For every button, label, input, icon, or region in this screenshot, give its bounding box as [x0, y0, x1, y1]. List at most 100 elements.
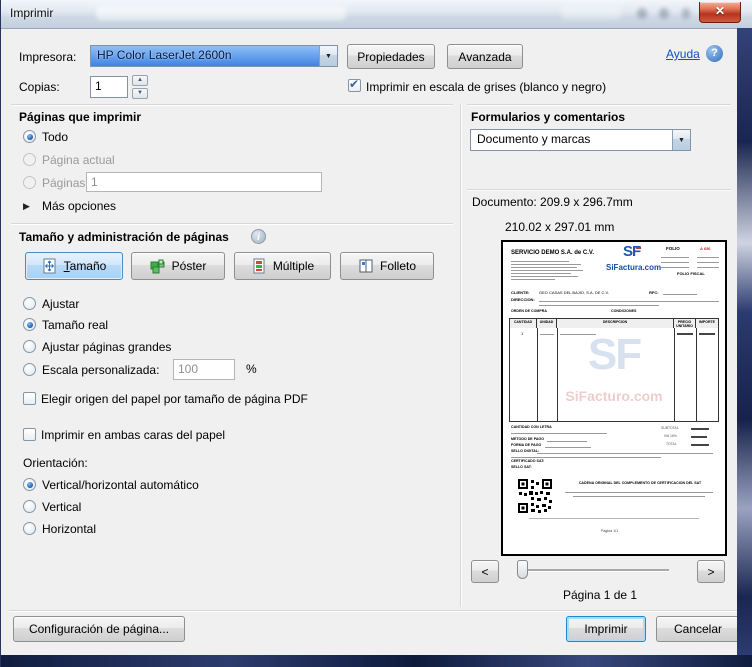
redacted-text-line [661, 257, 689, 258]
advanced-button[interactable]: Avanzada [447, 44, 523, 69]
custom-scale-input[interactable]: 100 [173, 359, 235, 380]
titlebar-blur-smudge [96, 6, 346, 20]
multiple-icon [251, 258, 267, 274]
orientation-landscape-label: Horizontal [42, 522, 96, 536]
title-bar[interactable]: Imprimir ✕ [1, 0, 752, 29]
subtotal-label: SUBTOTAL [661, 427, 679, 431]
previous-page-button[interactable]: < [471, 560, 499, 583]
cadena-original-label: CADENA ORIGINAL DEL COMPLEMENTO DE CERTI… [561, 482, 719, 486]
close-icon: ✕ [715, 4, 725, 18]
size-icon [42, 258, 58, 274]
orientation-landscape-radio[interactable] [23, 522, 36, 535]
folio-value: A 656 [700, 247, 711, 251]
chevron-down-icon[interactable] [319, 46, 337, 66]
orientation-portrait-radio[interactable] [23, 500, 36, 513]
chevron-down-icon[interactable] [672, 130, 690, 150]
multiple-button[interactable]: Múltiple [234, 252, 331, 280]
qr-code [517, 478, 553, 514]
cancel-button[interactable]: Cancelar [656, 616, 740, 642]
properties-button[interactable]: Propiedades [347, 44, 435, 69]
logo-accent [636, 247, 641, 249]
help-icon[interactable]: ? [706, 45, 723, 62]
pages-current-radio[interactable] [23, 153, 36, 166]
booklet-button[interactable]: Folleto [340, 252, 434, 280]
titlebar-icon-smudge [659, 8, 669, 19]
divider [460, 104, 462, 607]
invoice-company-name: SERVICIO DEMO S.A. de C.V. [511, 250, 594, 257]
size-section-heading: Tamaño y administración de páginas [19, 230, 229, 244]
printer-select[interactable]: HP Color LaserJet 2600n [90, 45, 338, 67]
next-page-button[interactable]: > [697, 560, 725, 583]
forms-select[interactable]: Documento y marcas [470, 129, 691, 151]
divider [11, 104, 453, 106]
col-precio: PRECIO UNITARIO [674, 319, 696, 328]
condiciones-label: CONDICIONES [611, 310, 636, 314]
pages-range-input[interactable]: 1 [86, 172, 322, 192]
titlebar-icon-smudge [637, 8, 647, 19]
redacted-text-line [565, 492, 713, 493]
total-label: TOTAL [666, 443, 677, 447]
page-slider-thumb[interactable] [517, 560, 528, 579]
fit-radio[interactable] [23, 297, 36, 310]
poster-icon [150, 258, 166, 274]
page-indicator: Página 1 de 1 [563, 588, 637, 602]
pages-current-label: Página actual [42, 153, 115, 167]
folio-label: FOLIO [666, 247, 680, 252]
redacted-text-line [573, 496, 705, 497]
paper-source-checkbox[interactable] [23, 392, 36, 405]
redacted-text-line [661, 267, 689, 268]
poster-button[interactable]: Póster [131, 252, 225, 280]
col-importe: IMPORTE [696, 319, 718, 328]
redacted-text-line [511, 457, 661, 458]
amount-smudge [691, 436, 707, 438]
printer-label: Impresora: [19, 50, 76, 64]
page-setup-button[interactable]: Configuración de página... [13, 616, 185, 642]
redacted-text-line [529, 518, 699, 519]
redacted-text-line [511, 261, 569, 262]
redacted-text-line [511, 276, 578, 277]
redacted-text-line [661, 262, 689, 263]
orden-compra-label: ORDEN DE COMPRA [511, 310, 547, 314]
col-descripcion: DESCRIPCION [557, 319, 674, 328]
redacted-text-line [663, 294, 697, 295]
info-icon[interactable]: i [251, 229, 266, 244]
grayscale-label: Imprimir en escala de grises (blanco y n… [366, 80, 606, 94]
help-link[interactable]: Ayuda [666, 47, 700, 61]
copies-increment-button[interactable]: ▲ [132, 75, 148, 86]
more-options-label[interactable]: Más opciones [42, 199, 116, 213]
size-button[interactable]: Tamaño [25, 252, 123, 280]
print-button[interactable]: Imprimir [566, 616, 646, 642]
redacted-text-line [511, 273, 571, 274]
orientation-auto-radio[interactable] [23, 478, 36, 491]
pages-range-radio[interactable] [23, 176, 36, 189]
copies-label: Copias: [19, 80, 60, 94]
duplex-checkbox[interactable] [23, 428, 36, 441]
print-button-label: Imprimir [584, 622, 627, 636]
page-slider-track[interactable] [517, 569, 669, 572]
redacted-text-line [697, 267, 719, 268]
actual-size-label: Tamaño real [42, 318, 108, 332]
amount-smudge [691, 428, 709, 430]
pages-all-radio[interactable] [23, 130, 36, 143]
advanced-button-label: Avanzada [458, 50, 511, 64]
cliente-value: GEO CASAS DEL BAJIO, S.A. DE C.V. [539, 291, 609, 295]
pages-all-label: Todo [42, 130, 68, 144]
custom-scale-radio[interactable] [23, 363, 36, 376]
direccion-label: DIRECCION: [511, 298, 535, 302]
orientation-auto-label: Vertical/horizontal automático [42, 478, 199, 492]
pages-section-heading: Páginas que imprimir [19, 110, 141, 124]
cantidad-letra-label: CANTIDAD CON LETRA [511, 426, 552, 430]
custom-scale-label: Escala personalizada: [42, 363, 159, 377]
divider [9, 610, 739, 612]
grayscale-checkbox[interactable] [348, 79, 361, 92]
expand-arrow-icon[interactable]: ▶ [23, 201, 30, 212]
document-size-label: Documento: 209.9 x 296.7mm [472, 195, 633, 209]
watermark-domain: SiFacturo.com [503, 388, 725, 404]
copies-decrement-button[interactable]: ▼ [132, 88, 148, 99]
size-button-label: Tamaño [64, 259, 107, 273]
copies-input[interactable]: 1 [90, 76, 128, 98]
close-button[interactable]: ✕ [699, 2, 741, 23]
shrink-large-radio[interactable] [23, 340, 36, 353]
actual-size-radio[interactable] [23, 318, 36, 331]
divider [467, 104, 731, 106]
